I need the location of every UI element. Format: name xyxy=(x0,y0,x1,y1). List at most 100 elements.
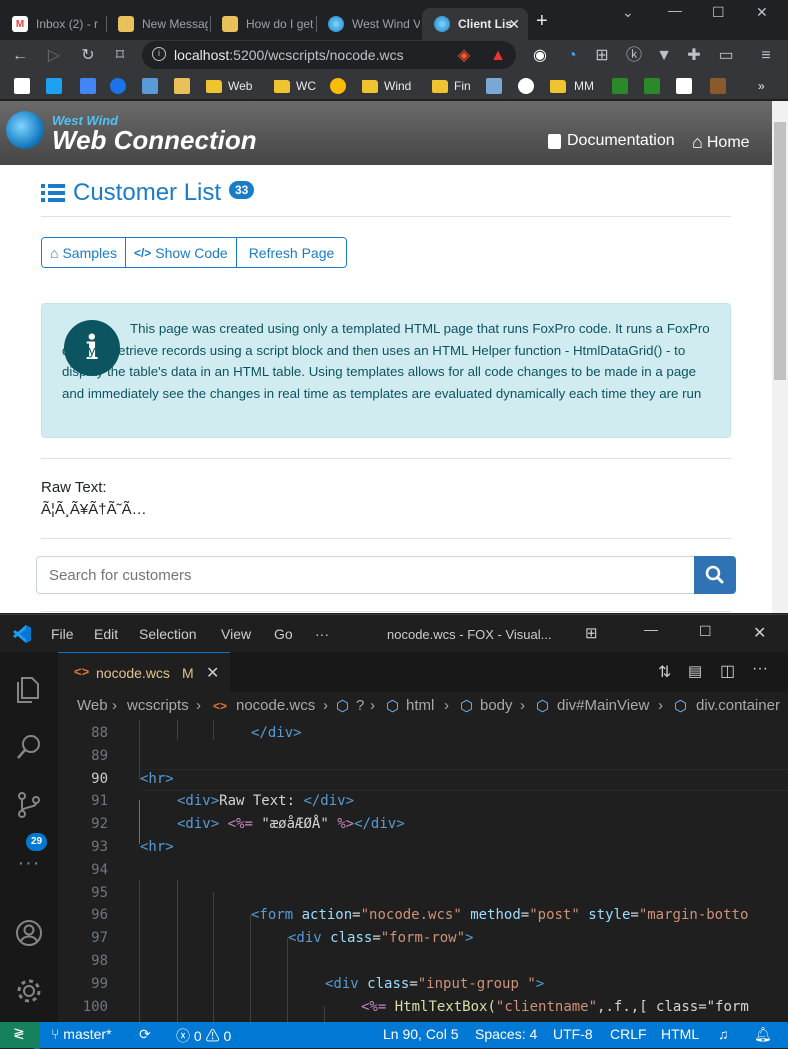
brave-rewards-icon[interactable]: ▲ xyxy=(488,46,508,66)
compare-changes-icon[interactable]: ⇅ xyxy=(658,662,671,682)
breadcrumb-item[interactable]: div.container xyxy=(696,697,780,714)
extension-plus-icon[interactable]: ⊞ xyxy=(592,46,612,66)
settings-gear-icon[interactable] xyxy=(14,976,44,1006)
menu-go[interactable]: Go xyxy=(274,626,293,642)
bookmark-folder-fin[interactable]: Fin xyxy=(432,78,471,94)
search-icon[interactable] xyxy=(14,732,44,762)
url-text[interactable]: localhost:5200/wcscripts/nocode.wcs xyxy=(174,47,404,63)
remote-indicator[interactable]: ≷ xyxy=(0,1022,40,1048)
feedback-icon[interactable]: ♫ xyxy=(718,1026,729,1042)
nav-home[interactable]: ⌂ Home xyxy=(692,132,750,153)
open-preview-icon[interactable]: ▤ xyxy=(688,662,702,680)
page-scrollbar-thumb[interactable] xyxy=(774,122,786,380)
brand-name[interactable]: Web Connection xyxy=(52,125,257,156)
bookmark-chrome[interactable] xyxy=(330,78,352,94)
more-bookmarks-icon[interactable]: » xyxy=(758,78,765,94)
account-icon[interactable] xyxy=(14,918,44,948)
split-editor-icon[interactable]: ◫ xyxy=(720,661,735,681)
maximize-icon[interactable]: ☐ xyxy=(699,623,712,640)
bookmark-calendar[interactable] xyxy=(80,78,102,94)
explorer-icon[interactable] xyxy=(14,674,44,704)
bookmark-icon[interactable]: ⌑ xyxy=(110,46,130,66)
site-info-icon[interactable]: i xyxy=(152,47,166,61)
bookmark-gmail[interactable] xyxy=(14,78,36,94)
bookmark-github[interactable] xyxy=(518,78,540,94)
language-mode[interactable]: HTML xyxy=(661,1026,699,1042)
close-window-icon[interactable]: ✕ xyxy=(756,4,768,21)
layout-icon[interactable]: ⊞ xyxy=(585,624,598,642)
bookmark-twitter[interactable] xyxy=(46,78,68,94)
bookmark-rabbit[interactable] xyxy=(710,78,732,94)
extensions-icon[interactable]: ✚ xyxy=(684,46,704,66)
breadcrumb-item[interactable]: html xyxy=(406,697,434,714)
more-actions-icon[interactable]: ··· xyxy=(752,660,768,678)
code-editor[interactable]: 88 89 90 91 92 93 94 95 96 97 98 99 100 … xyxy=(58,720,788,1022)
breadcrumb-item[interactable]: body xyxy=(480,697,513,714)
breadcrumb-item[interactable]: nocode.wcs xyxy=(236,697,315,714)
more-icon[interactable]: ··· xyxy=(14,852,44,882)
extension-v-icon[interactable]: ▼ xyxy=(654,46,674,66)
show-code-button[interactable]: </> Show Code xyxy=(125,238,237,267)
bookmark-td[interactable] xyxy=(612,78,634,94)
tab-client-list[interactable]: Client Lis ✕ xyxy=(422,8,528,40)
extension-k-icon[interactable]: ⓚ xyxy=(624,46,644,66)
notifications-bell-icon[interactable]: 🔔︎ xyxy=(754,1026,772,1043)
tab-west-wind[interactable]: West Wind V xyxy=(316,8,420,40)
refresh-page-button[interactable]: Refresh Page xyxy=(236,238,347,267)
breadcrumb-item[interactable]: wcscripts xyxy=(127,697,189,714)
source-control-icon[interactable] xyxy=(14,790,44,820)
forward-icon[interactable]: ▷ xyxy=(44,46,64,66)
menu-selection[interactable]: Selection xyxy=(139,626,197,642)
wallet-icon[interactable]: ▭ xyxy=(716,46,736,66)
westwind-logo-icon[interactable] xyxy=(6,111,44,149)
form-icon xyxy=(486,78,502,94)
nav-documentation[interactable]: Documentation xyxy=(548,132,675,150)
bookmark-form[interactable] xyxy=(486,78,508,94)
tab-how-do-i[interactable]: How do I get xyxy=(210,8,314,40)
new-tab-button[interactable]: + xyxy=(536,10,548,33)
bookmark-tradingview[interactable] xyxy=(676,78,698,94)
brave-shield-icon[interactable]: ◈ xyxy=(454,46,474,66)
bookmark-folder-web[interactable]: Web xyxy=(206,78,252,94)
branch-status[interactable]: ⑂ master* xyxy=(51,1026,112,1042)
menu-file[interactable]: File xyxy=(51,626,74,642)
problems-status[interactable]: ⓧ 0 ⚠ 0 xyxy=(176,1026,231,1046)
bookmark-folder-wc[interactable]: WC xyxy=(274,78,316,94)
tab-inbox[interactable]: M Inbox (2) - r xyxy=(0,8,104,40)
reload-icon[interactable]: ↻ xyxy=(78,46,98,66)
close-window-icon[interactable]: ✕ xyxy=(753,623,766,643)
divider xyxy=(41,611,731,612)
bookmark-td-2[interactable] xyxy=(644,78,666,94)
bookmark-translate[interactable] xyxy=(142,78,164,94)
tab-search-icon[interactable]: ⌄ xyxy=(622,4,634,21)
minimize-icon[interactable]: — xyxy=(668,2,682,18)
close-tab-icon[interactable]: ✕ xyxy=(206,663,219,683)
password-manager-icon[interactable]: ◉ xyxy=(530,46,550,66)
menu-more[interactable]: ··· xyxy=(315,626,329,642)
back-icon[interactable]: ← xyxy=(10,46,30,66)
encoding-status[interactable]: UTF-8 xyxy=(553,1026,593,1042)
extension-icon[interactable]: ◔ xyxy=(562,46,582,66)
breadcrumb-item[interactable]: ? xyxy=(356,697,364,714)
close-tab-icon[interactable]: ✕ xyxy=(508,16,520,33)
breadcrumb-item[interactable]: Web xyxy=(77,697,108,714)
cursor-position[interactable]: Ln 90, Col 5 xyxy=(383,1026,459,1042)
tab-new-message[interactable]: New Messag xyxy=(106,8,208,40)
bookmark-folder-wind[interactable]: Wind xyxy=(362,78,411,94)
menu-icon[interactable]: ≡ xyxy=(756,46,776,66)
bookmark-folder-mm[interactable]: MM xyxy=(552,78,594,94)
search-input[interactable] xyxy=(36,556,695,594)
menu-view[interactable]: View xyxy=(221,626,251,642)
indentation-status[interactable]: Spaces: 4 xyxy=(475,1026,537,1042)
menu-edit[interactable]: Edit xyxy=(94,626,118,642)
sync-icon[interactable]: ⟳ xyxy=(139,1026,151,1043)
maximize-icon[interactable]: ☐ xyxy=(712,4,725,21)
eol-status[interactable]: CRLF xyxy=(610,1026,647,1042)
minimize-icon[interactable]: — xyxy=(644,621,658,637)
samples-button[interactable]: ⌂ Samples xyxy=(42,238,126,267)
bookmark-contacts[interactable] xyxy=(110,78,132,94)
editor-tab-nocode[interactable]: <> nocode.wcs M ✕ xyxy=(58,652,230,692)
bookmark-notepad[interactable] xyxy=(174,78,196,94)
search-button[interactable] xyxy=(694,556,736,594)
breadcrumb-item[interactable]: div#MainView xyxy=(557,697,649,714)
